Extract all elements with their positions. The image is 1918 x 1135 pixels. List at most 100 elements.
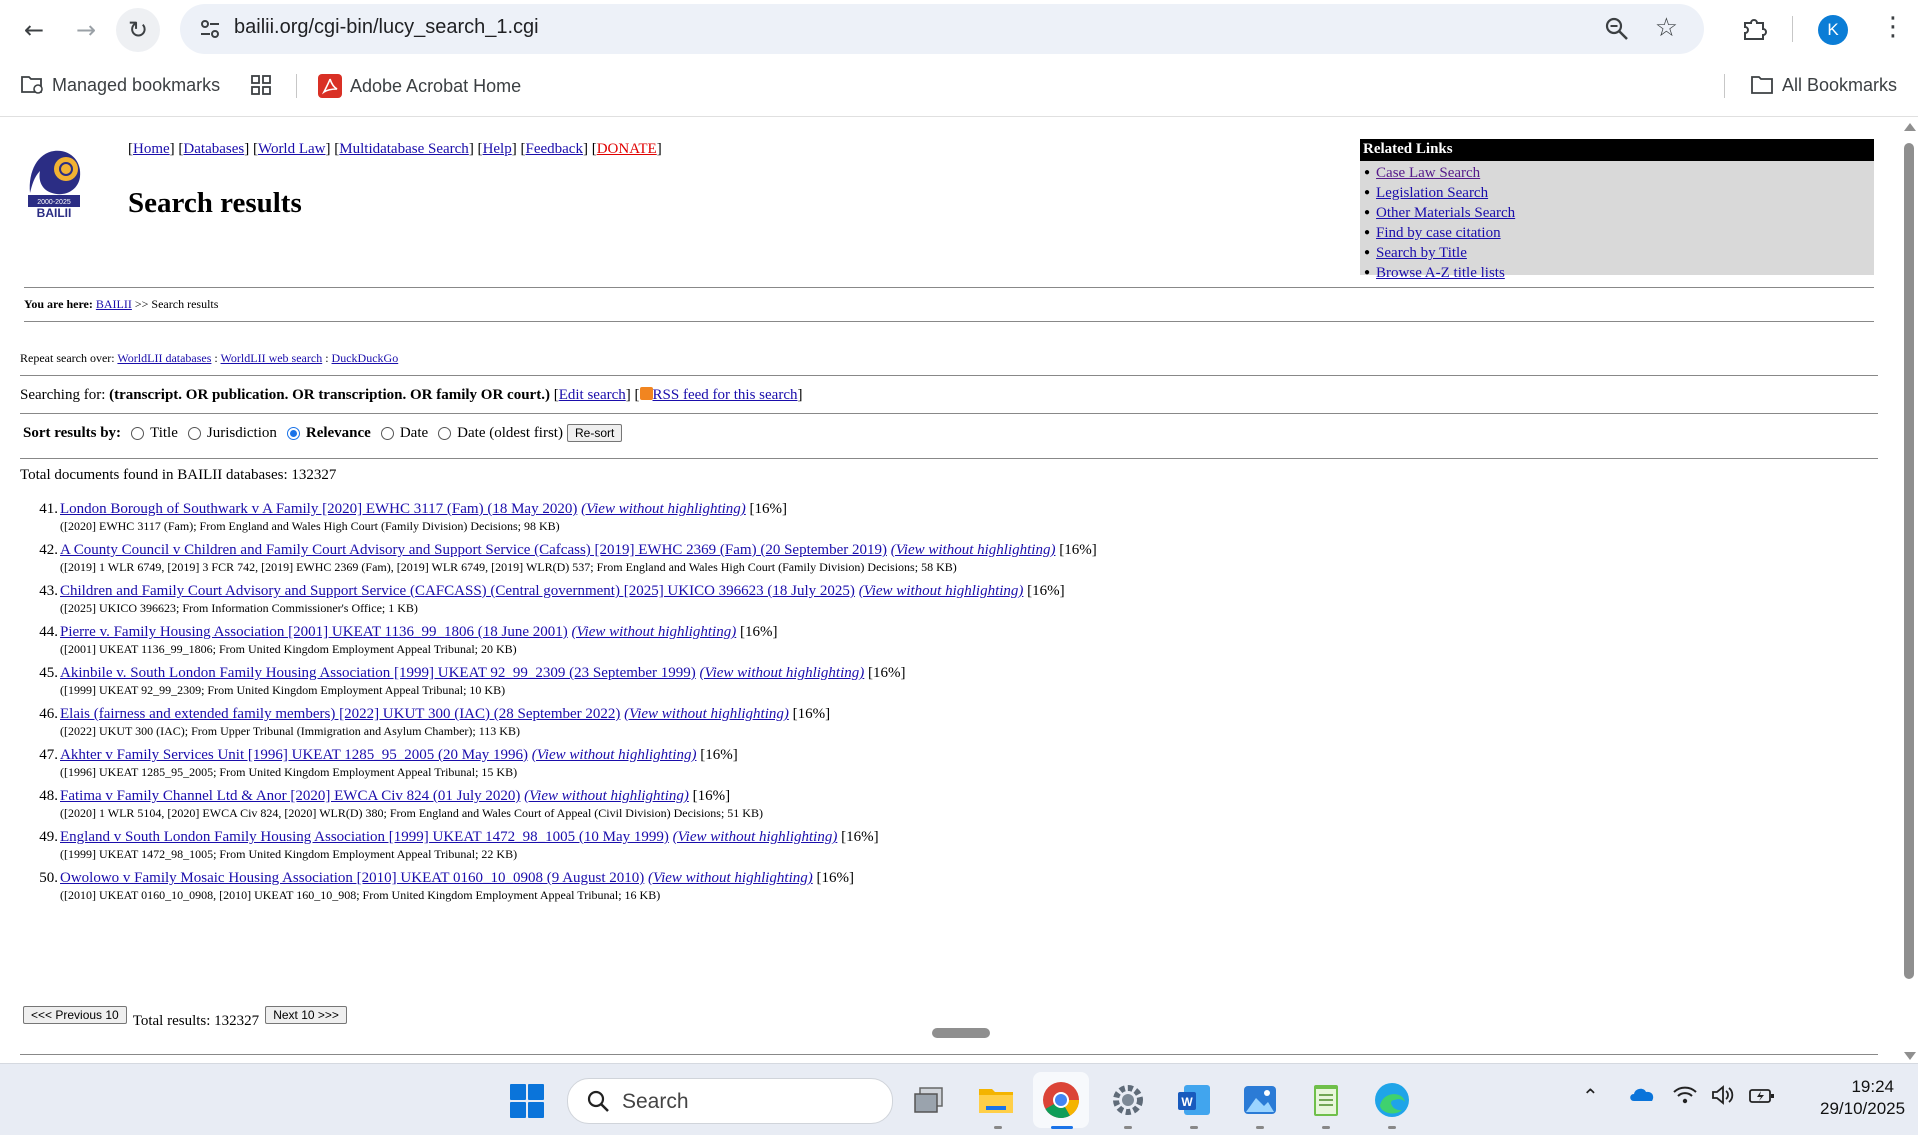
zoom-icon[interactable] (1604, 16, 1630, 42)
more-menu-icon[interactable]: ⋮ (1880, 12, 1906, 42)
sort-radio-jurisdiction[interactable] (187, 426, 201, 440)
vertical-scroll-thumb[interactable] (1904, 143, 1914, 979)
view-without-highlighting-link[interactable]: (View without highlighting) (624, 706, 789, 722)
view-without-highlighting-link[interactable]: (View without highlighting) (648, 870, 813, 886)
repeat-duckduckgo[interactable]: DuckDuckGo (332, 351, 399, 365)
rss-feed-link[interactable]: RSS feed for this search (653, 387, 798, 403)
result-title-link[interactable]: Fatima v Family Channel Ltd & Anor [2020… (60, 788, 520, 804)
apps-grid-button[interactable] (250, 74, 272, 96)
view-without-highlighting-link[interactable]: (View without highlighting) (581, 501, 746, 517)
view-without-highlighting-link[interactable]: (View without highlighting) (700, 665, 865, 681)
scroll-up-arrow[interactable] (1904, 123, 1916, 131)
related-link-case-law[interactable]: Case Law Search (1376, 165, 1480, 181)
previous-10-button[interactable]: <<< Previous 10 (23, 1006, 127, 1024)
view-without-highlighting-link[interactable]: (View without highlighting) (673, 829, 838, 845)
result-title-link[interactable]: Children and Family Court Advisory and S… (60, 583, 855, 599)
horizontal-scroll-thumb[interactable] (932, 1028, 990, 1038)
result-meta: ([2001] UKEAT 1136_99_1806; From United … (60, 642, 517, 656)
searching-for-row: Searching for: (transcript. OR publicati… (20, 387, 803, 403)
file-explorer-icon[interactable] (976, 1080, 1016, 1120)
nav-databases[interactable]: Databases (183, 141, 244, 157)
back-button[interactable]: ← (12, 8, 56, 52)
repeat-worldlii-web[interactable]: WorldLII web search (221, 351, 323, 365)
next-10-button[interactable]: Next 10 >>> (265, 1006, 347, 1024)
nav-help[interactable]: Help (483, 141, 512, 157)
edit-search-link[interactable]: Edit search (559, 387, 626, 403)
result-title-link[interactable]: Akhter v Family Services Unit [1996] UKE… (60, 747, 528, 763)
sort-radio-title[interactable] (131, 426, 145, 440)
site-settings-icon[interactable] (198, 17, 222, 41)
nav-world-law[interactable]: World Law (258, 141, 326, 157)
result-title-link[interactable]: A County Council v Children and Family C… (60, 542, 887, 558)
word-icon: W (1178, 1085, 1210, 1115)
taskbar-search[interactable]: Search (567, 1078, 893, 1124)
view-without-highlighting-link[interactable]: (View without highlighting) (572, 624, 737, 640)
bookmark-adobe[interactable]: Adobe Acrobat Home (318, 74, 521, 98)
forward-button[interactable]: → (64, 8, 108, 52)
taskbar-clock[interactable]: 19:24 29/10/2025 (1820, 1076, 1905, 1120)
result-title-link[interactable]: Pierre v. Family Housing Association [20… (60, 624, 568, 640)
nav-home[interactable]: Home (133, 141, 170, 157)
start-button[interactable] (510, 1084, 544, 1118)
chrome-taskbar-button[interactable] (1033, 1072, 1089, 1128)
url-text[interactable]: bailii.org/cgi-bin/lucy_search_1.cgi (234, 16, 539, 39)
sort-row: Sort results by: Title Jurisdiction Rele… (23, 424, 623, 442)
task-view-icon[interactable] (910, 1080, 950, 1120)
profile-avatar[interactable]: K (1818, 15, 1848, 45)
related-link-case-citation[interactable]: Find by case citation (1376, 225, 1501, 241)
breadcrumb-bailii-link[interactable]: BAILII (96, 297, 132, 311)
result-title-link[interactable]: Owolowo v Family Mosaic Housing Associat… (60, 870, 644, 886)
notepad-taskbar-icon[interactable] (1306, 1080, 1346, 1120)
related-link-legislation[interactable]: Legislation Search (1376, 185, 1488, 201)
bailii-logo[interactable]: 2000-2025 BAILII (24, 141, 86, 221)
result-title-link[interactable]: Elais (fairness and extended family memb… (60, 706, 620, 722)
all-bookmarks-button[interactable]: All Bookmarks (1750, 74, 1897, 96)
result-number: 44. (39, 624, 58, 640)
show-hidden-icons[interactable]: ⌃ (1582, 1084, 1599, 1108)
view-without-highlighting-link[interactable]: (View without highlighting) (891, 542, 1056, 558)
scroll-down-arrow[interactable] (1904, 1052, 1916, 1060)
view-without-highlighting-link[interactable]: (View without highlighting) (859, 583, 1024, 599)
result-meta: ([2010] UKEAT 0160_10_0908, [2010] UKEAT… (60, 888, 661, 902)
onedrive-icon[interactable] (1628, 1084, 1656, 1109)
extensions-icon[interactable] (1740, 14, 1768, 42)
settings-taskbar-icon[interactable] (1108, 1080, 1148, 1120)
divider (24, 287, 1874, 288)
search-icon (587, 1090, 609, 1112)
star-icon[interactable]: ☆ (1655, 14, 1678, 42)
edge-taskbar-icon[interactable] (1372, 1080, 1412, 1120)
related-link-search-title[interactable]: Search by Title (1376, 245, 1467, 261)
wifi-icon (1673, 1086, 1697, 1104)
result-title-link[interactable]: Akinbile v. South London Family Housing … (60, 665, 696, 681)
folder-icon (1751, 76, 1773, 94)
divider (20, 1054, 1878, 1055)
sort-radio-relevance[interactable] (286, 426, 300, 440)
view-without-highlighting-link[interactable]: (View without highlighting) (532, 747, 697, 763)
result-meta: ([1996] UKEAT 1285_95_2005; From United … (60, 765, 518, 779)
result-title-link[interactable]: England v South London Family Housing As… (60, 829, 669, 845)
related-link-browse-az[interactable]: Browse A-Z title lists (1376, 265, 1505, 281)
view-without-highlighting-link[interactable]: (View without highlighting) (524, 788, 689, 804)
rss-icon[interactable] (639, 387, 653, 400)
volume-icon[interactable] (1710, 1084, 1736, 1111)
resort-button[interactable]: Re-sort (566, 424, 623, 442)
nav-feedback[interactable]: Feedback (525, 141, 582, 157)
windows-logo-pane (510, 1102, 526, 1118)
word-taskbar-icon[interactable]: W (1174, 1080, 1214, 1120)
result-score: [16%] (749, 501, 788, 517)
result-title-link[interactable]: London Borough of Southwark v A Family [… (60, 501, 577, 517)
related-link-other-materials[interactable]: Other Materials Search (1376, 205, 1515, 221)
nav-donate[interactable]: DONATE (597, 141, 657, 157)
reload-button[interactable]: ↻ (116, 8, 160, 52)
sort-radio-date[interactable] (380, 426, 394, 440)
repeat-worldlii-databases[interactable]: WorldLII databases (117, 351, 211, 365)
network-icon[interactable] (1672, 1084, 1698, 1111)
battery-icon[interactable] (1748, 1084, 1776, 1111)
photos-taskbar-icon[interactable] (1240, 1080, 1280, 1120)
nav-multidatabase-search[interactable]: Multidatabase Search (339, 141, 469, 157)
divider (24, 321, 1874, 322)
sort-radio-date-oldest[interactable] (438, 426, 452, 440)
bookmark-managed[interactable]: Managed bookmarks (20, 74, 220, 96)
address-bar[interactable]: bailii.org/cgi-bin/lucy_search_1.cgi ☆ (180, 4, 1704, 54)
settings-indicator (1124, 1126, 1132, 1129)
